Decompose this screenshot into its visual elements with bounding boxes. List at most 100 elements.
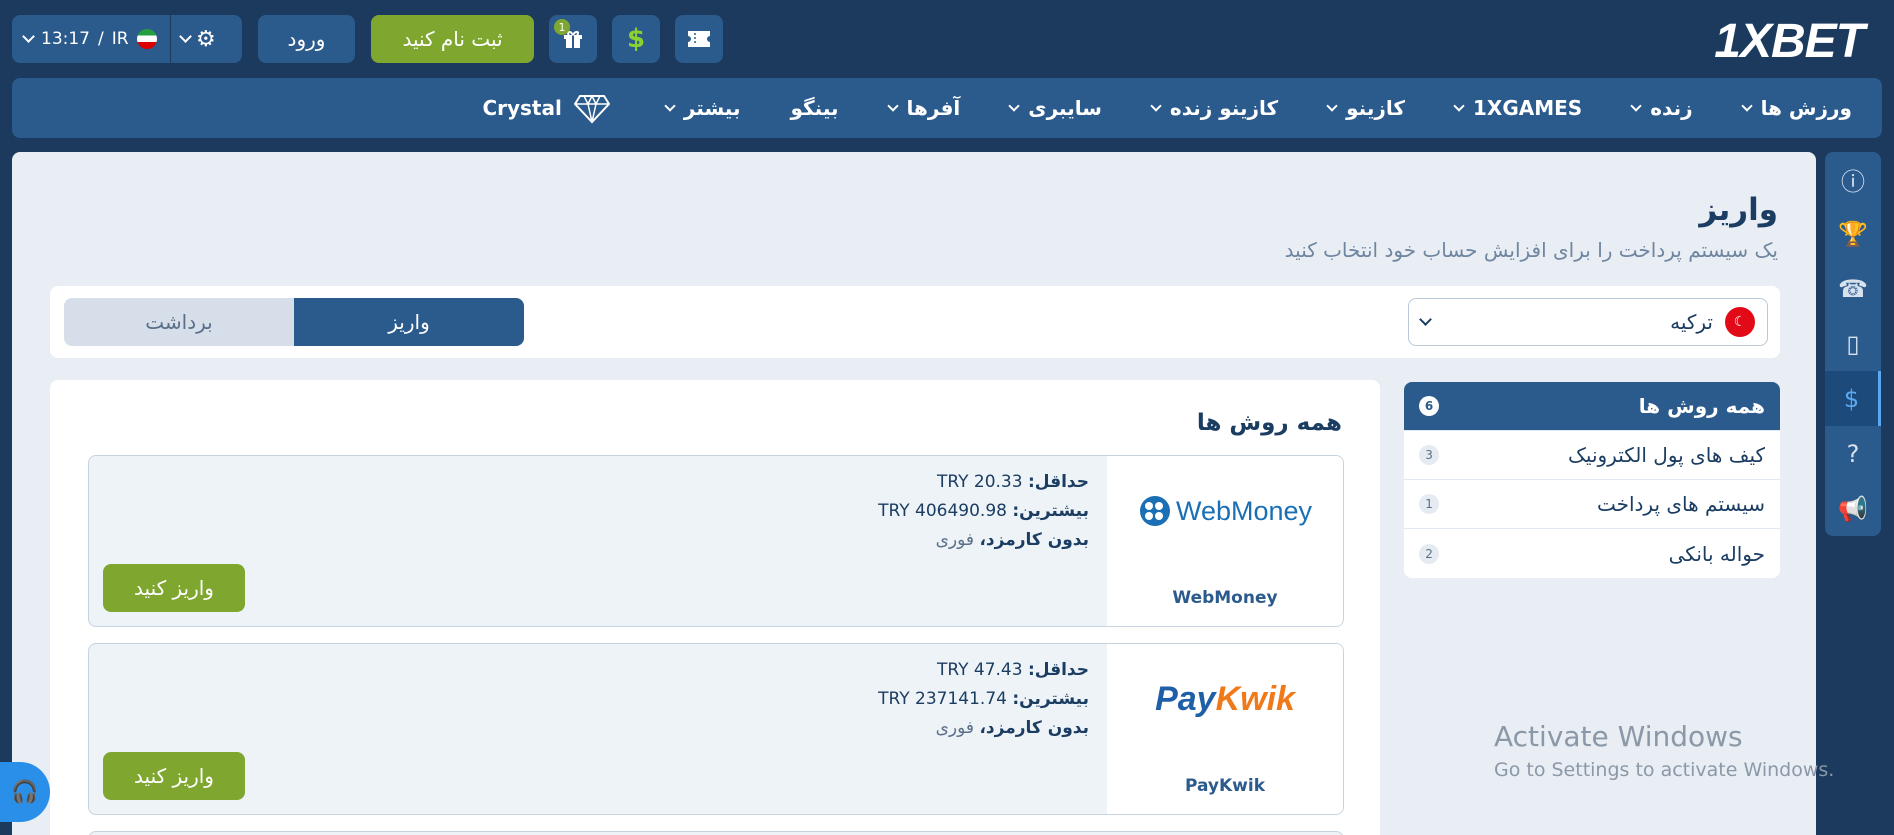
document-icon: ▯ (1846, 330, 1860, 358)
tab-withdraw[interactable]: برداشت (64, 298, 294, 346)
right-side-toolbar: ⓘ 🏆 ☎ ▯ $ ? 📢 (1825, 152, 1881, 536)
country-select[interactable]: ☾ ترکیه (1408, 298, 1768, 346)
diamond-icon (573, 94, 610, 124)
country-value: ترکیه (1670, 310, 1713, 334)
nav-item-promos[interactable]: آفرها (886, 96, 961, 120)
headset-icon: 🎧 (11, 779, 39, 805)
method-logo-area: Pay Kwik PayKwik (1107, 644, 1343, 814)
category-count: 3 (1419, 445, 1439, 465)
webmoney-logo: WebMoney (1138, 486, 1312, 536)
chevron-down-icon (1326, 99, 1338, 112)
nav-item-1xgames[interactable]: 1XGAMES (1453, 96, 1583, 120)
category-label: همه روش ها (1638, 394, 1765, 418)
fee-label: بدون کارمزد، (979, 718, 1089, 738)
nav-item-sports[interactable]: ورزش ها (1740, 96, 1852, 120)
tab-deposit[interactable]: واریز (294, 298, 524, 346)
nav-item-label: کازینو (1346, 96, 1405, 120)
turkey-flag-icon: ☾ (1725, 307, 1755, 337)
nav-item-live[interactable]: زنده (1630, 96, 1693, 120)
method-name: WebMoney (1172, 588, 1278, 608)
payments-button[interactable]: $ (1825, 371, 1881, 427)
method-logo-area: WebMoney WebMoney (1107, 456, 1343, 626)
question-icon: ? (1846, 439, 1860, 468)
payment-method-card: WebMoney WebMoney حداقل: TRY 20.33 بیشتر… (88, 455, 1344, 627)
category-count: 2 (1419, 543, 1439, 564)
windows-activation-watermark: Activate Windows Go to Settings to activ… (1494, 720, 1834, 781)
method-name: PayKwik (1184, 776, 1266, 796)
min-label: حداقل: (1027, 660, 1089, 680)
phone-icon: ☎ (1838, 275, 1868, 304)
trophy-icon: 🏆 (1838, 220, 1868, 249)
gift-button[interactable]: 1 (549, 15, 597, 63)
clock-time: 13:17 (41, 29, 90, 49)
nav-item-cyber[interactable]: سایبری (1008, 96, 1102, 120)
method-details: حداقل: TRY 47.43 بیشترین: TRY 237141.74 … (878, 656, 1089, 743)
category-all-methods[interactable]: همه روش ها 6 (1404, 382, 1780, 431)
trophy-button[interactable]: 🏆 (1825, 207, 1881, 262)
payment-methods-panel: همه روش ها WebMoney WebMoney حداقل: TRY … (50, 380, 1380, 835)
help-button[interactable]: ? (1825, 426, 1881, 481)
chevron-down-icon (886, 99, 899, 112)
region-time-dropdown[interactable]: 13:17 / IR (12, 29, 170, 49)
category-bank-transfer[interactable]: حواله بانکی 2 (1404, 529, 1780, 578)
chevron-down-icon (22, 30, 35, 43)
nav-item-label: آفرها (906, 96, 961, 120)
payment-method-card: Pay Kwik PayKwik حداقل: TRY 47.43 بیشترین… (88, 643, 1344, 815)
nav-item-live-casino[interactable]: کازینو زنده (1150, 96, 1278, 120)
page-title: واریز (1699, 192, 1778, 228)
deposit-dollar-button[interactable]: $ (612, 15, 660, 63)
nav-item-casino[interactable]: کازینو (1326, 96, 1405, 120)
chevron-down-icon (1740, 99, 1753, 112)
chevron-down-icon (1150, 99, 1162, 112)
nav-item-crystal[interactable]: Crystal (482, 92, 610, 124)
brand-logo[interactable]: 1XBET (1714, 14, 1865, 69)
nav-item-bingo[interactable]: بینگو (790, 96, 838, 120)
phone-button[interactable]: ☎ (1825, 262, 1881, 317)
ticket-icon (688, 31, 710, 47)
deposit-button[interactable]: واریز کنید (103, 752, 245, 800)
nav-item-label: بینگو (790, 96, 839, 120)
chevron-down-icon (1453, 99, 1465, 112)
nav-item-more[interactable]: بیشتر (664, 96, 740, 120)
document-button[interactable]: ▯ (1825, 317, 1881, 372)
fee-label: بدون کارمزد، (979, 530, 1089, 550)
main-navigation: ورزش ها زنده 1XGAMES کازینو کازینو زنده … (12, 78, 1882, 138)
language-time-selector[interactable]: 13:17 / IR ⚙ (12, 15, 242, 63)
gear-icon: ⚙ (196, 26, 216, 52)
top-bar: 1XBET 13:17 / IR ⚙ ورود ثبت نام کنید 1 $ (0, 0, 1894, 78)
max-value: TRY 237141.74 (878, 689, 1007, 709)
watermark-title: Activate Windows (1494, 720, 1743, 753)
coupon-button[interactable] (675, 15, 723, 63)
category-payment-systems[interactable]: سیستم های پرداخت 1 (1404, 480, 1780, 529)
payment-method-card (88, 831, 1344, 835)
methods-title: همه روش ها (1196, 410, 1342, 436)
chevron-down-icon (1008, 99, 1020, 112)
nav-item-label: 1XGAMES (1473, 96, 1583, 120)
chevron-down-icon (179, 30, 192, 43)
method-details: حداقل: TRY 20.33 بیشترین: TRY 406490.98 … (878, 468, 1089, 555)
max-value: TRY 406490.98 (878, 501, 1007, 521)
login-button[interactable]: ورود (258, 15, 355, 63)
category-label: کیف های پول الکترونیک (1568, 443, 1765, 467)
region-code: IR (111, 29, 129, 49)
nav-item-label: Crystal (482, 96, 562, 120)
deposit-button[interactable]: واریز کنید (103, 564, 245, 612)
announcements-button[interactable]: 📢 (1825, 481, 1881, 536)
watermark-subtitle: Go to Settings to activate Windows. (1494, 759, 1835, 781)
settings-dropdown[interactable]: ⚙ (170, 15, 216, 63)
max-label: بیشترین: (1012, 689, 1089, 709)
category-e-wallets[interactable]: کیف های پول الکترونیک 3 (1404, 431, 1780, 480)
filter-bar: ☾ ترکیه برداشت واریز (50, 286, 1780, 358)
category-count: 6 (1419, 396, 1439, 416)
register-button[interactable]: ثبت نام کنید (371, 15, 534, 63)
info-button[interactable]: ⓘ (1825, 152, 1881, 207)
dollar-icon: $ (626, 24, 646, 54)
category-label: حواله بانکی (1668, 541, 1765, 566)
payment-categories: همه روش ها 6 کیف های پول الکترونیک 3 سیس… (1404, 382, 1780, 578)
page-subtitle: یک سیستم پرداخت را برای افزایش حساب خود … (1284, 238, 1778, 262)
max-label: بیشترین: (1012, 501, 1089, 521)
min-value: TRY 47.43 (937, 660, 1023, 680)
nav-item-label: زنده (1650, 96, 1693, 120)
megaphone-icon: 📢 (1838, 494, 1868, 523)
deposit-withdraw-tabs: برداشت واریز (64, 298, 524, 346)
